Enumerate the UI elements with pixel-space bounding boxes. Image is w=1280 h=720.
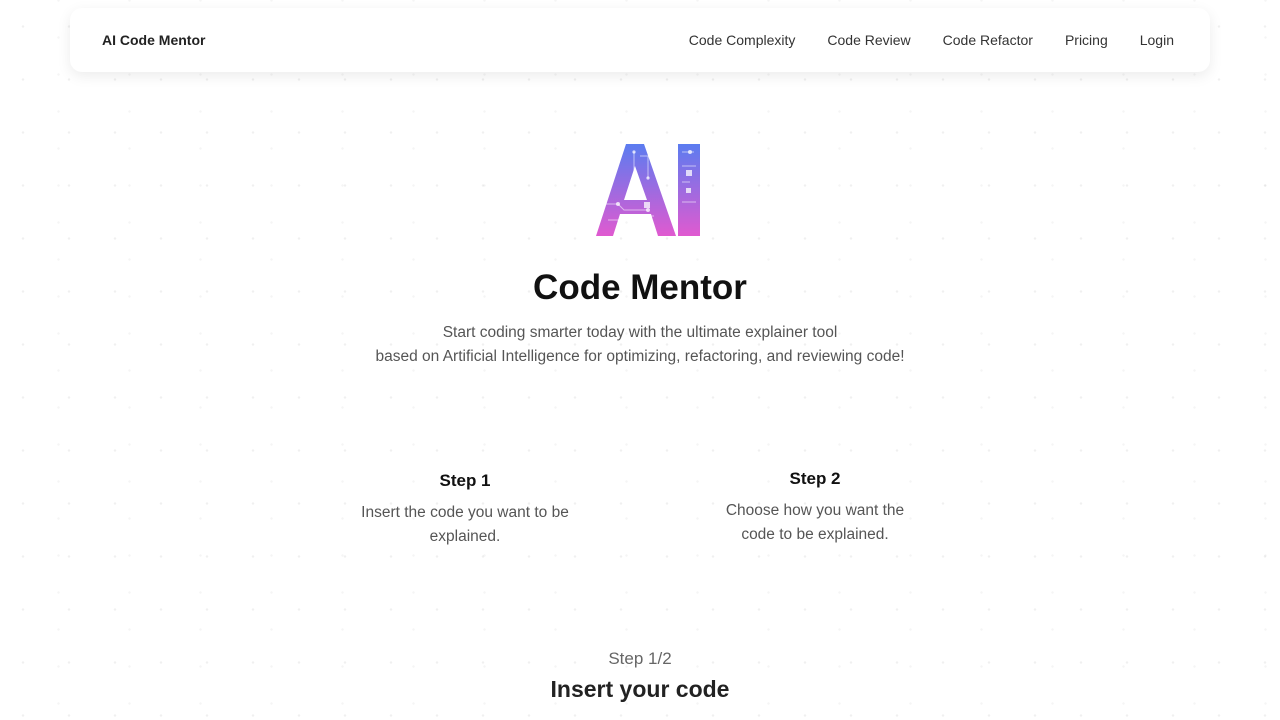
nav-link-code-complexity[interactable]: Code Complexity	[689, 32, 796, 48]
step-2-title: Step 2	[789, 469, 841, 488]
nav-link-pricing[interactable]: Pricing	[1065, 32, 1108, 48]
nav-links: Code Complexity Code Review Code Refacto…	[689, 32, 1174, 48]
step-card-1: Step 1 Insert the code you want to be ex…	[335, 471, 595, 549]
wizard-progress: Step 1/2	[608, 649, 672, 668]
nav-link-login[interactable]: Login	[1140, 32, 1174, 48]
step-card-2: Step 2 Choose how you want the code to b…	[685, 469, 945, 547]
nav-link-code-refactor[interactable]: Code Refactor	[943, 32, 1033, 48]
page-title: Code Mentor	[533, 268, 747, 307]
step-2-description: Choose how you want the code to be expla…	[725, 502, 905, 543]
step-1-description: Insert the code you want to be explained…	[361, 504, 569, 545]
brand-logo-text[interactable]: AI Code Mentor	[102, 32, 205, 48]
nav-link-code-review[interactable]: Code Review	[827, 32, 910, 48]
step-1-title: Step 1	[439, 471, 491, 490]
hero-subtitle-line-1: Start coding smarter today with the ulti…	[442, 324, 838, 341]
ai-logo-icon	[596, 144, 700, 236]
navbar: AI Code Mentor Code Complexity Code Revi…	[70, 8, 1210, 72]
wizard-heading: Insert your code	[550, 676, 730, 702]
hero-subtitle: Start coding smarter today with the ulti…	[0, 321, 1280, 369]
hero-subtitle-line-2: based on Artificial Intelligence for opt…	[375, 348, 905, 365]
